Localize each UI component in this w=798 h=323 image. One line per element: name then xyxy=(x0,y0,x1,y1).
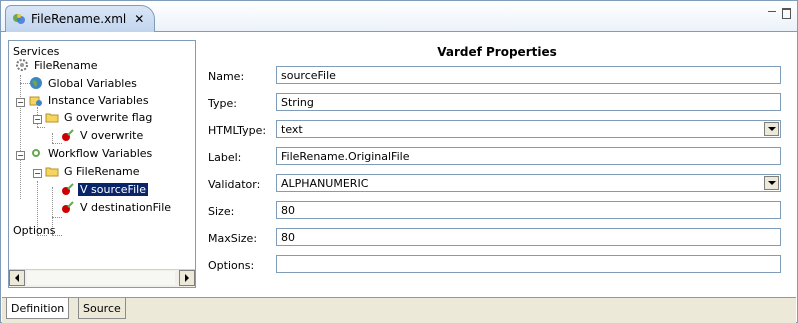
options-row: Options: xyxy=(208,255,792,275)
htmltype-select[interactable]: text xyxy=(276,120,781,138)
scroll-left-button[interactable] xyxy=(9,270,25,286)
maximize-icon[interactable] xyxy=(781,7,791,19)
properties-title: Vardef Properties xyxy=(437,45,557,59)
collapse-toggle[interactable]: − xyxy=(33,169,42,178)
label-row: Label: FileRename.OriginalFile xyxy=(208,147,792,167)
validator-label: Validator: xyxy=(208,178,261,191)
vardef-properties-panel: Vardef Properties Name: sourceFile Type:… xyxy=(202,40,792,290)
gear-service-icon xyxy=(15,58,29,72)
editor-tab-bar: FileRename.xml ✕ xyxy=(1,1,797,32)
editor-tab-label: FileRename.xml xyxy=(31,12,127,26)
validator-row: Validator: ALPHANUMERIC xyxy=(208,174,792,194)
tree-item-instance-variables[interactable]: Instance Variables xyxy=(29,92,151,108)
maxsize-row: MaxSize: 80 xyxy=(208,228,792,248)
size-row: Size: 80 xyxy=(208,201,792,221)
tab-definition-label: Definition xyxy=(11,301,65,315)
tab-definition[interactable]: Definition xyxy=(6,298,70,319)
options-label: Options: xyxy=(208,259,255,272)
tree-item-options[interactable]: Options xyxy=(11,222,57,238)
chevron-down-icon xyxy=(767,127,776,131)
chevron-down-icon xyxy=(767,181,776,185)
options-field[interactable] xyxy=(276,255,781,273)
name-row: Name: sourceFile xyxy=(208,66,792,86)
variable-icon xyxy=(61,200,75,214)
htmltype-row: HTMLType: text xyxy=(208,120,792,140)
variable-icon xyxy=(61,182,75,196)
editor-tab-filerename[interactable]: FileRename.xml ✕ xyxy=(5,5,155,32)
variable-icon xyxy=(61,128,75,142)
htmltype-value: text xyxy=(281,123,303,136)
scroll-thumb[interactable] xyxy=(27,271,175,285)
workflow-icon xyxy=(29,146,43,160)
tab-source-label: Source xyxy=(83,301,121,315)
instance-folder-icon xyxy=(29,93,43,107)
folder-group-icon xyxy=(45,164,59,178)
tree-item-workflow-variables[interactable]: Workflow Variables xyxy=(29,145,154,161)
collapse-toggle[interactable]: − xyxy=(16,98,25,107)
type-field[interactable]: String xyxy=(276,93,781,111)
collapse-toggle[interactable]: − xyxy=(16,151,25,160)
tree-item-global-variables[interactable]: Global Variables xyxy=(29,75,139,91)
dropdown-button[interactable] xyxy=(764,122,779,136)
maxsize-label: MaxSize: xyxy=(208,232,258,245)
editor-bottom-tabs: Definition Source xyxy=(2,297,796,323)
tree-item-group-overwrite-flag[interactable]: G overwrite flag xyxy=(45,109,154,125)
tree-item-var-destinationfile[interactable]: V destinationFile xyxy=(61,199,173,215)
tree-item-var-overwrite[interactable]: V overwrite xyxy=(61,127,145,143)
htmltype-label: HTMLType: xyxy=(208,124,267,137)
tree-item-filerename[interactable]: FileRename xyxy=(15,57,100,73)
xml-file-icon xyxy=(12,12,26,26)
arrow-left-icon xyxy=(15,274,19,282)
tree-horizontal-scrollbar[interactable] xyxy=(9,269,195,287)
services-tree[interactable]: Services FileRename Global Variables − I… xyxy=(8,40,196,288)
collapse-toggle[interactable]: − xyxy=(33,115,42,124)
scroll-right-button[interactable] xyxy=(179,270,195,286)
validator-value: ALPHANUMERIC xyxy=(281,177,369,190)
tree-item-var-sourcefile[interactable]: V sourceFile xyxy=(61,181,148,197)
arrow-right-icon xyxy=(185,274,189,282)
window-controls xyxy=(767,7,791,19)
name-label: Name: xyxy=(208,70,245,83)
type-label: Type: xyxy=(208,97,237,110)
editor-content: Services FileRename Global Variables − I… xyxy=(2,32,796,297)
minimize-icon[interactable] xyxy=(767,7,777,17)
globe-icon xyxy=(29,76,43,90)
label-field[interactable]: FileRename.OriginalFile xyxy=(276,147,781,165)
close-icon[interactable]: ✕ xyxy=(134,12,144,26)
folder-group-icon xyxy=(45,110,59,124)
size-label: Size: xyxy=(208,205,235,218)
validator-select[interactable]: ALPHANUMERIC xyxy=(276,174,781,192)
tree-item-group-filerename[interactable]: G FileRename xyxy=(45,163,142,179)
maxsize-field[interactable]: 80 xyxy=(276,228,781,246)
type-row: Type: String xyxy=(208,93,792,113)
name-field[interactable]: sourceFile xyxy=(276,66,781,84)
dropdown-button[interactable] xyxy=(764,176,779,190)
label-label: Label: xyxy=(208,151,242,164)
size-field[interactable]: 80 xyxy=(276,201,781,219)
tab-source[interactable]: Source xyxy=(78,298,126,319)
editor-frame: FileRename.xml ✕ Services FileRename Glo… xyxy=(0,0,798,323)
